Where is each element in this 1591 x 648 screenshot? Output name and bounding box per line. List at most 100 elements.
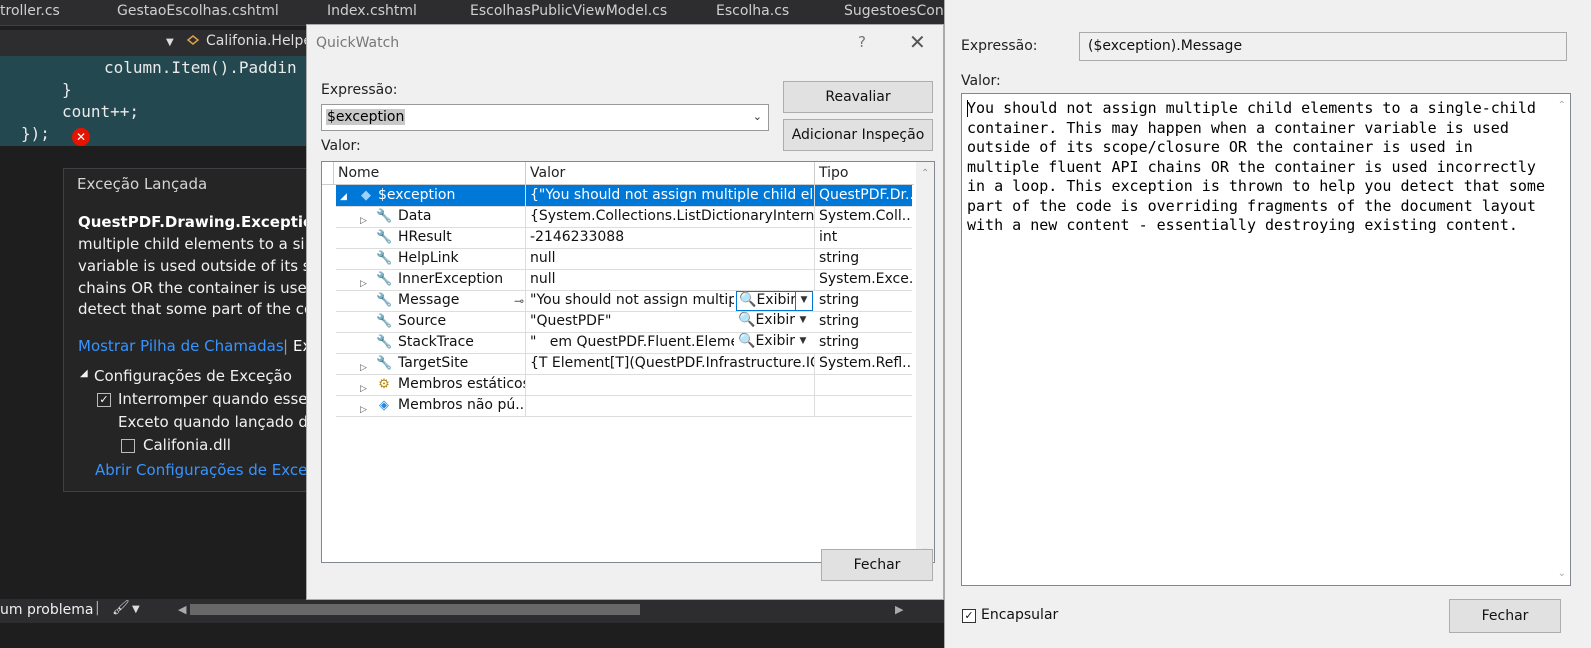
close-button[interactable]: Fechar (1449, 599, 1561, 633)
watch-grid[interactable]: Nome Valor Tipo ◢ ◆ $exception {"You sho… (321, 161, 935, 563)
exception-popup: Exceção Lançada QuestPDF.Drawing.Excepti… (63, 168, 333, 492)
close-icon[interactable]: ✕ (909, 30, 926, 54)
expression-value[interactable]: $exception (326, 109, 406, 125)
row-name: Membros não pú... (398, 397, 526, 413)
error-icon[interactable]: ✕ (72, 128, 90, 146)
editor-tab[interactable]: GestaoEscolhas.cshtml (117, 3, 307, 25)
chevron-down-icon[interactable]: ▼ (795, 312, 811, 330)
table-row[interactable]: ▷ 🔧 InnerException null System.Exce... (336, 269, 912, 291)
text-cursor (967, 100, 968, 117)
scroll-right-arrow[interactable]: ▶ (895, 603, 903, 616)
collapse-triangle-icon[interactable]: ◢ (80, 368, 88, 379)
code-editor[interactable]: column.Item().Paddin } count++; }); (0, 56, 320, 146)
table-row[interactable]: 🔧 StackTrace " em QuestPDF.Fluent.Eleme.… (336, 332, 912, 354)
name-cell: ▷ ⚙ Membros estáticos (336, 374, 526, 395)
view-label: Exibir (756, 292, 796, 308)
reevaluate-button[interactable]: Reavaliar (783, 81, 933, 113)
table-row[interactable]: 🔧 HelpLink null string (336, 248, 912, 270)
editor-tab[interactable]: troller.cs (0, 3, 100, 25)
pin-icon[interactable]: ⊸ (514, 291, 524, 311)
quickwatch-dialog: QuickWatch ? ✕ Expressão: $exception ⌄ R… (306, 24, 944, 600)
view-visualizer-button[interactable]: 🔍Exibir (736, 333, 797, 351)
expand-triangle-icon[interactable]: ▷ (360, 211, 367, 227)
table-row[interactable]: 🔧 Message ⊸ "You should not assign multi… (336, 290, 912, 312)
editor-tab[interactable]: EscolhasPublicViewModel.cs (470, 3, 700, 25)
chevron-down-icon[interactable]: ▼ (795, 291, 813, 311)
table-row[interactable]: ▷ ⚙ Membros estáticos (336, 374, 912, 396)
scroll-up-arrow[interactable]: ⌃ (1558, 100, 1566, 111)
row-name: $exception (378, 187, 456, 203)
view-visualizer-button[interactable]: 🔍Exibir (736, 312, 797, 330)
table-row[interactable]: 🔧 Source "QuestPDF" 🔍Exibir ▼ string (336, 311, 912, 333)
value-cell[interactable]: {"You should not assign multiple child e… (526, 185, 815, 206)
vertical-scrollbar[interactable]: ⌃ ⌄ (916, 162, 934, 560)
chevron-down-icon[interactable]: ▼ (795, 333, 811, 351)
editor-tab[interactable]: Index.cshtml (327, 3, 447, 25)
dll-label: Califonia.dll (143, 436, 231, 454)
table-row[interactable]: ▷ ◈ Membros não pú... (336, 395, 912, 417)
help-icon[interactable]: ? (858, 33, 866, 51)
table-row[interactable]: ▷ 🔧 TargetSite {T Element[T](QuestPDF.In… (336, 353, 912, 375)
collapse-triangle-icon[interactable]: ◢ (340, 187, 347, 206)
view-label: Exibir (755, 312, 795, 328)
value-cell[interactable]: -2146233088 (526, 227, 815, 248)
expression-combobox[interactable]: $exception ⌄ (321, 104, 769, 131)
exception-settings-header[interactable]: Configurações de Exceção (94, 367, 292, 385)
value-cell[interactable]: null (526, 248, 815, 269)
expand-triangle-icon[interactable]: ▷ (360, 400, 367, 416)
static-members-icon: ⚙ (378, 377, 390, 392)
editor-tab[interactable]: Escolha.cs (716, 3, 826, 25)
type-cell: QuestPDF.Dr... (819, 187, 912, 203)
magnifier-icon: 🔍 (739, 292, 757, 308)
expand-triangle-icon[interactable]: ▷ (360, 358, 367, 374)
chevron-down-icon[interactable]: ▼ (166, 37, 174, 48)
column-header-name[interactable]: Nome (334, 162, 526, 184)
table-row[interactable]: ▷ 🔧 Data {System.Collections.ListDiction… (336, 206, 912, 228)
value-cell (526, 374, 815, 395)
open-exception-settings-link[interactable]: Abrir Configurações de Exceçõ (95, 461, 325, 479)
expression-field: ($exception).Message (1079, 32, 1567, 61)
editor-tab-bar: troller.cs GestaoEscolhas.cshtml Index.c… (0, 0, 960, 26)
dll-checkbox[interactable] (121, 439, 135, 453)
add-watch-button[interactable]: Adicionar Inspeção (783, 119, 933, 151)
magnifier-icon: 🔍 (738, 333, 756, 349)
row-name: Membros estáticos (398, 376, 526, 392)
show-call-stack-link[interactable]: Mostrar Pilha de Chamadas (78, 337, 284, 355)
value-cell[interactable]: {System.Collections.ListDictionaryIntern… (526, 206, 815, 227)
wrap-checkbox[interactable]: ✓ (962, 609, 976, 623)
scroll-up-arrow[interactable]: ⌃ (921, 168, 929, 179)
chevron-down-icon[interactable]: ⌄ (753, 110, 762, 123)
row-name: Message (398, 292, 460, 308)
view-visualizer-button[interactable]: 🔍Exibir (736, 291, 799, 311)
editor-tab[interactable]: SugestoesCont (844, 3, 954, 25)
grid-header: Nome Valor Tipo (322, 162, 914, 185)
wrap-label: Encapsular (981, 607, 1059, 623)
expand-triangle-icon[interactable]: ▷ (360, 379, 367, 395)
scroll-down-arrow[interactable]: ⌄ (1558, 568, 1566, 579)
column-header-value[interactable]: Valor (526, 162, 815, 184)
dialog-title: QuickWatch (316, 35, 400, 51)
name-cell: ▷ 🔧 Data (336, 206, 526, 227)
horizontal-scrollbar[interactable] (190, 604, 640, 615)
brush-icon[interactable]: 🖌 (112, 600, 130, 616)
break-on-exception-checkbox[interactable]: ✓ (97, 393, 111, 407)
table-row[interactable]: ◢ ◆ $exception {"You should not assign m… (336, 185, 912, 207)
chevron-down-icon[interactable]: ▼ (132, 604, 140, 615)
table-row[interactable]: 🔧 HResult -2146233088 int (336, 227, 912, 249)
expand-triangle-icon[interactable]: ▷ (360, 274, 367, 290)
value-cell[interactable]: null (526, 269, 815, 290)
ide-bottom-panel (0, 623, 960, 648)
close-button[interactable]: Fechar (821, 549, 933, 581)
link-separator: | (283, 337, 289, 355)
navigation-class-dropdown[interactable]: Califonia.Helpe (206, 33, 312, 49)
value-textarea[interactable]: You should not assign multiple child ele… (961, 93, 1571, 586)
column-header-type[interactable]: Tipo (815, 162, 914, 184)
value-cell[interactable]: " em QuestPDF.Fluent.Eleme... (526, 332, 734, 353)
exception-object-icon: ◆ (361, 188, 371, 203)
value-cell[interactable]: "QuestPDF" (526, 311, 734, 332)
name-cell: ◢ ◆ $exception (336, 185, 526, 206)
issues-status[interactable]: um problema (0, 602, 93, 618)
value-cell[interactable]: "You should not assign multipl... (526, 290, 734, 311)
scroll-left-arrow[interactable]: ◀ (178, 603, 186, 616)
value-cell[interactable]: {T Element[T](QuestPDF.Infrastructure.IC… (526, 353, 815, 374)
